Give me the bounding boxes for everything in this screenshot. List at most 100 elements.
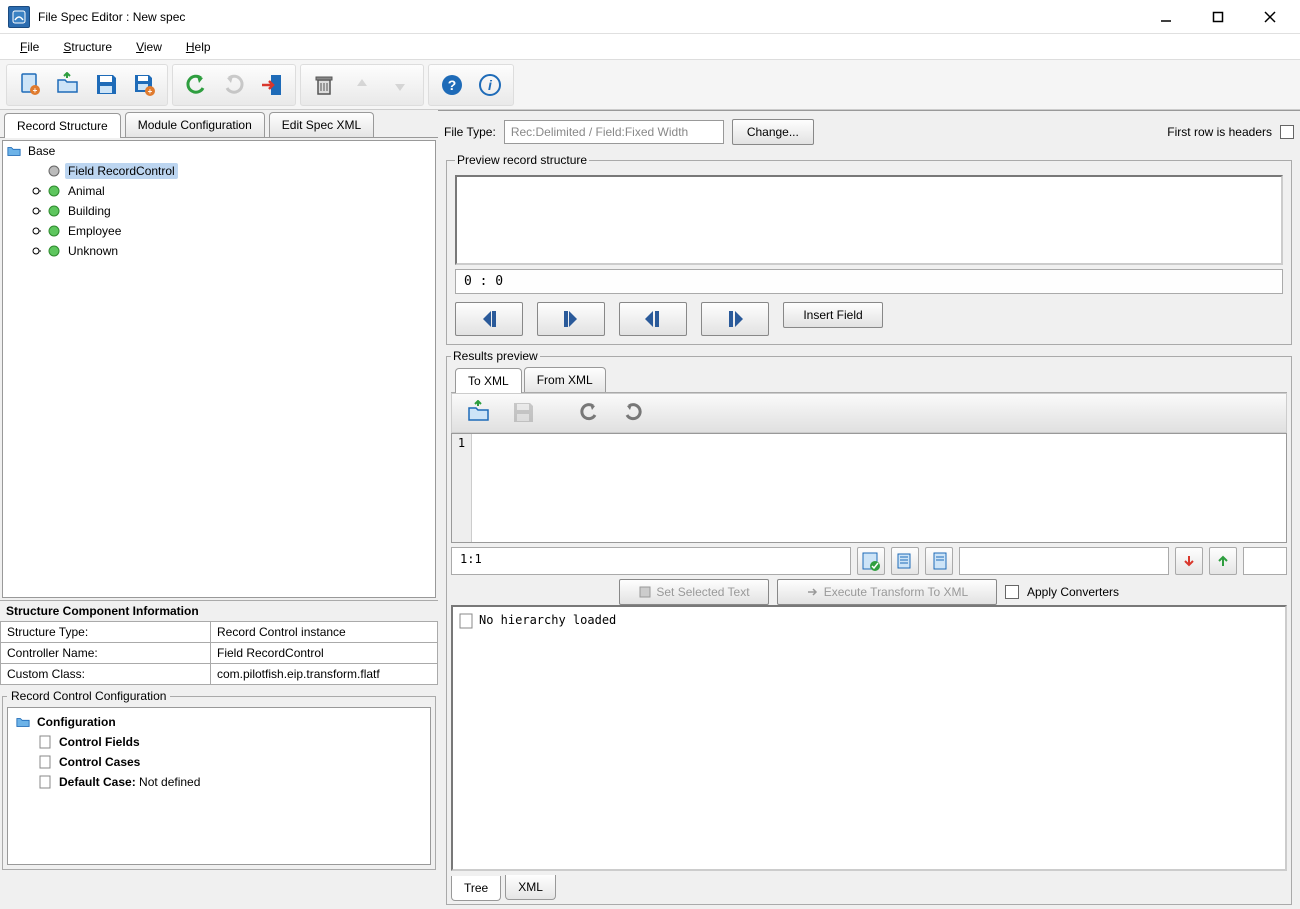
tree-node-employee[interactable]: Employee <box>65 223 124 239</box>
help-button[interactable]: ? <box>435 68 469 102</box>
circle-green-icon <box>47 244 61 258</box>
svg-text:?: ? <box>448 77 457 93</box>
svg-text:+: + <box>148 87 153 96</box>
config-tree[interactable]: Configuration Control Fields Control Cas… <box>7 707 431 865</box>
left-tabstrip: Record Structure Module Configuration Ed… <box>0 110 438 138</box>
document-icon <box>459 613 473 629</box>
insert-field-button[interactable]: Insert Field <box>783 302 883 328</box>
message-box <box>959 547 1169 575</box>
tab-from-xml[interactable]: From XML <box>524 367 606 392</box>
move-down-button <box>383 68 417 102</box>
delete-button[interactable] <box>307 68 341 102</box>
tree-expander[interactable] <box>29 244 43 258</box>
paste-button[interactable] <box>925 547 953 575</box>
nav-next-end-button[interactable] <box>701 302 769 336</box>
structure-type-label: Structure Type: <box>1 622 211 643</box>
minimize-button[interactable] <box>1152 6 1180 28</box>
hierarchy-view[interactable]: No hierarchy loaded <box>451 605 1287 871</box>
tree-expander[interactable] <box>29 204 43 218</box>
circle-green-icon <box>47 224 61 238</box>
tree-node-building[interactable]: Building <box>65 203 114 219</box>
custom-class-label: Custom Class: <box>1 664 211 685</box>
custom-class-value[interactable]: com.pilotfish.eip.transform.flatf <box>211 664 438 685</box>
tree-node-field-recordcontrol[interactable]: Field RecordControl <box>65 163 178 179</box>
set-selected-text-button: Set Selected Text <box>619 579 769 605</box>
headers-checkbox[interactable] <box>1280 125 1294 139</box>
main-toolbar: + + ? <box>0 60 1300 110</box>
info-section-title: Structure Component Information <box>0 600 438 621</box>
titlebar: File Spec Editor : New spec <box>0 0 1300 34</box>
config-root[interactable]: Configuration <box>34 714 119 730</box>
tree-expander[interactable] <box>29 184 43 198</box>
menu-structure[interactable]: Structure <box>51 36 124 58</box>
save-as-button[interactable]: + <box>127 68 161 102</box>
tree-expander <box>29 164 43 178</box>
circle-green-icon <box>47 184 61 198</box>
nav-next-start-button[interactable] <box>537 302 605 336</box>
folder-icon <box>16 715 30 729</box>
copy-button[interactable] <box>891 547 919 575</box>
controller-name-value[interactable]: Field RecordControl <box>211 643 438 664</box>
maximize-button[interactable] <box>1204 6 1232 28</box>
result-undo-button[interactable] <box>572 396 606 430</box>
result-open-button[interactable] <box>462 396 496 430</box>
close-button[interactable] <box>1256 6 1284 28</box>
tree-node-unknown[interactable]: Unknown <box>65 243 121 259</box>
menu-file[interactable]: File <box>8 36 51 58</box>
document-icon <box>38 735 52 749</box>
tree-node-animal[interactable]: Animal <box>65 183 108 199</box>
editor-content[interactable] <box>472 434 1286 542</box>
execute-transform-button: Execute Transform To XML <box>777 579 997 605</box>
file-type-input <box>504 120 724 144</box>
editor-area[interactable]: 1 <box>451 433 1287 543</box>
results-legend: Results preview <box>451 349 540 363</box>
controller-name-label: Controller Name: <box>1 643 211 664</box>
tab-xml[interactable]: XML <box>505 875 556 900</box>
redo-button <box>217 68 251 102</box>
record-control-config: Record Control Configuration Configurati… <box>2 689 436 870</box>
nav-prev-start-button[interactable] <box>455 302 523 336</box>
hierarchy-message: No hierarchy loaded <box>479 613 616 627</box>
tree-expander[interactable] <box>29 224 43 238</box>
nav-prev-end-button[interactable] <box>619 302 687 336</box>
arrow-up-button[interactable] <box>1209 547 1237 575</box>
config-control-cases[interactable]: Control Cases <box>56 754 143 770</box>
tab-edit-spec-xml[interactable]: Edit Spec XML <box>269 112 374 137</box>
result-save-button <box>506 396 540 430</box>
tab-tree[interactable]: Tree <box>451 876 501 901</box>
menu-view[interactable]: View <box>124 36 174 58</box>
apply-converters-checkbox[interactable] <box>1005 585 1019 599</box>
tab-record-structure[interactable]: Record Structure <box>4 113 121 138</box>
preview-area[interactable] <box>455 175 1283 265</box>
file-type-label: File Type: <box>444 125 496 139</box>
folder-icon <box>7 144 21 158</box>
config-control-fields[interactable]: Control Fields <box>56 734 143 750</box>
preview-legend: Preview record structure <box>455 153 589 167</box>
arrow-down-button[interactable] <box>1175 547 1203 575</box>
new-file-button[interactable]: + <box>13 68 47 102</box>
menu-help[interactable]: Help <box>174 36 223 58</box>
record-control-legend: Record Control Configuration <box>7 689 170 703</box>
result-redo-button[interactable] <box>616 396 650 430</box>
editor-gutter: 1 <box>452 434 472 542</box>
preview-record-structure: Preview record structure 0 : 0 Insert Fi… <box>446 153 1292 345</box>
tab-module-configuration[interactable]: Module Configuration <box>125 112 265 137</box>
count-box <box>1243 547 1287 575</box>
change-button[interactable]: Change... <box>732 119 814 145</box>
tree-root-label[interactable]: Base <box>25 143 58 159</box>
info-button[interactable]: i <box>473 68 507 102</box>
config-default-case[interactable]: Default Case: Not defined <box>56 774 203 790</box>
app-icon <box>8 6 30 28</box>
structure-type-value[interactable]: Record Control instance <box>211 622 438 643</box>
info-table: Structure Type: Record Control instance … <box>0 621 438 685</box>
position-indicator: 0 : 0 <box>455 269 1283 294</box>
circle-green-icon <box>47 204 61 218</box>
validate-button[interactable] <box>857 547 885 575</box>
tab-to-xml[interactable]: To XML <box>455 368 522 393</box>
undo-button[interactable] <box>179 68 213 102</box>
save-button[interactable] <box>89 68 123 102</box>
open-file-button[interactable] <box>51 68 85 102</box>
exit-button[interactable] <box>255 68 289 102</box>
structure-tree[interactable]: Base Field RecordControl Animal Building <box>2 140 436 598</box>
headers-label: First row is headers <box>1167 125 1272 139</box>
